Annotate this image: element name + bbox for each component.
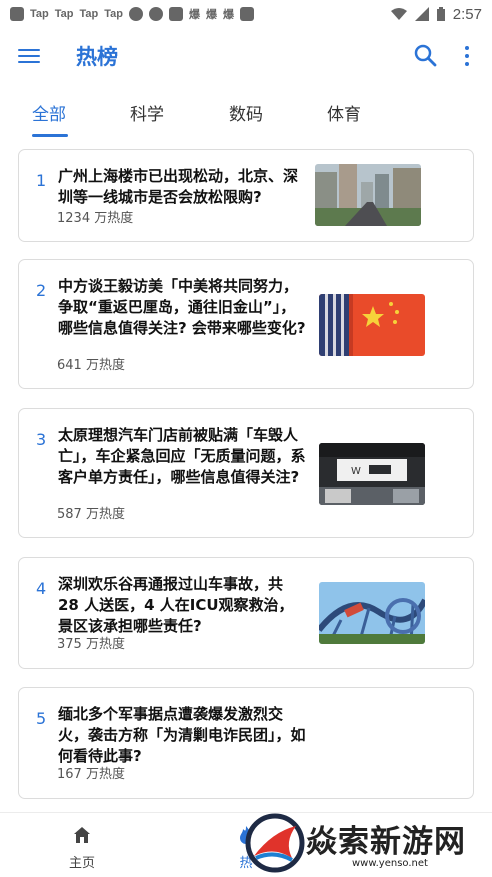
item-thumbnail [315,164,421,226]
list-item[interactable]: 1 广州上海楼市已出现松动，北京、深圳等一线城市是否会放松限购? 1234 万热… [18,149,474,242]
watermark: 焱索新游网 www.yenso.net [240,812,492,876]
more-vert-icon[interactable] [462,42,472,70]
car-store-image: W [319,443,425,505]
status-time: 2:57 [452,5,482,23]
heat-count: 641 万热度 [57,358,125,373]
rank-number: 5 [36,709,47,728]
flags-image [319,294,425,356]
item-title: 深圳欢乐谷再通报过山车事故，共 28 人送医，4 人在ICU观察救治，景区该承担… [58,575,294,635]
heat-count: 1234 万热度 [57,211,134,226]
tab-all[interactable]: 全部 [32,100,66,125]
tab-sports[interactable]: 体育 [327,100,361,125]
item-thumbnail [319,582,425,644]
city-buildings-image [315,164,421,226]
heat-count: 375 万热度 [57,637,125,652]
watermark-text: 焱索新游网 [306,824,466,860]
watermark-logo [245,813,305,873]
watermark-url: www.yenso.net [352,858,428,869]
app-notification-icon-2 [169,7,183,21]
app-notification-icon-3 [240,7,254,21]
list-item[interactable]: 3 太原理想汽车门店前被贴满「车毁人亡」，车企紧急回应「无质量问题，系客户单方责… [18,408,474,538]
item-title: 太原理想汽车门店前被贴满「车毁人亡」，车企紧急回应「无质量问题，系客户单方责任」… [58,426,306,486]
svg-text:W: W [351,466,361,477]
item-title: 广州上海楼市已出现松动，北京、深圳等一线城市是否会放松限购? [58,167,299,206]
item-title: 缅北多个军事据点遭袭爆发激烈交火，袭击方称「为清剿电诈民团」，如何看待此事? [58,705,306,765]
status-text-2: 爆 [206,9,217,21]
tab-science[interactable]: 科学 [130,100,164,125]
signal-icon [414,7,429,21]
nav-home[interactable]: 主页 [62,825,102,871]
sync-icon [129,7,143,21]
rank-number: 2 [36,281,47,300]
app-bar: 热榜 [0,28,492,84]
status-text-3: 爆 [223,9,234,21]
list-item[interactable]: 2 中方谈王毅访美「中美将共同努力，争取“重返巴厘岛，通往旧金山”」，哪些信息值… [18,259,474,389]
heat-count: 167 万热度 [57,767,125,782]
status-tap-2: Tap [54,8,74,20]
item-thumbnail [319,294,425,356]
rank-number: 1 [36,171,47,190]
wifi-icon [390,8,407,20]
list-item[interactable]: 5 缅北多个军事据点遭袭爆发激烈交火，袭击方称「为清剿电诈民团」，如何看待此事?… [18,687,474,799]
tab-bar: 全部 科学 数码 体育 [0,94,492,140]
item-title: 中方谈王毅访美「中美将共同努力，争取“重返巴厘岛，通往旧金山”」，哪些信息值得关… [58,277,306,337]
search-icon[interactable] [412,42,440,70]
battery-icon [436,7,445,21]
status-tap-1: Tap [30,8,49,20]
tab-digital[interactable]: 数码 [229,100,263,125]
status-tap-3: Tap [79,8,99,20]
sync-icon-2 [149,7,163,21]
menu-icon[interactable] [18,42,46,70]
nav-home-label: 主页 [68,856,95,871]
heat-count: 587 万热度 [57,507,125,522]
rank-number: 4 [36,579,47,598]
status-right: 2:57 [390,5,492,23]
app-notification-icon [10,7,24,21]
home-icon [74,827,90,843]
tab-indicator [32,134,68,137]
rank-number: 3 [36,430,47,449]
item-thumbnail: W [319,443,425,505]
roller-coaster-image [319,582,425,644]
list-item[interactable]: 4 深圳欢乐谷再通报过山车事故，共 28 人送医，4 人在ICU观察救治，景区该… [18,557,474,669]
status-bar: Tap Tap Tap Tap 爆 爆 爆 2:57 [0,0,492,28]
status-tap-4: Tap [104,8,123,20]
status-left: Tap Tap Tap Tap 爆 爆 爆 [0,6,254,22]
status-text-1: 爆 [189,9,200,21]
page-title: 热榜 [76,45,118,69]
